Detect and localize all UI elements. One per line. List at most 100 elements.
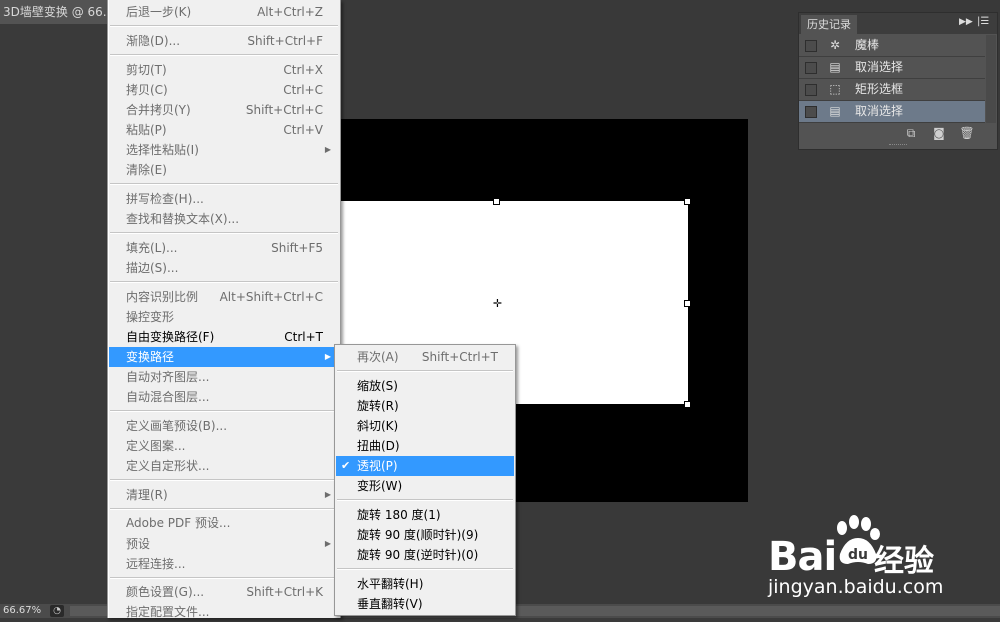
history-checkbox[interactable] [805,40,817,52]
submenu-item-flip-horizontal[interactable]: 水平翻转(H) [336,574,514,594]
submenu-arrow-icon: ▶ [324,539,331,548]
menu-item-fade[interactable]: 渐隐(D)... Shift+Ctrl+F [109,31,339,51]
menu-item-label: 渐隐(D)... [126,34,181,48]
menu-item-content-aware-scale[interactable]: 内容识别比例 Alt+Shift+Ctrl+C [109,287,339,307]
menu-separator [110,410,338,412]
submenu-item-again[interactable]: 再次(A) Shift+Ctrl+T [336,347,514,367]
panel-resize-grip[interactable] [889,144,907,147]
document-icon: ▤ [829,104,841,118]
camera-snapshot-icon[interactable]: ◙ [931,125,947,141]
menu-item-shortcut: Shift+Ctrl+C [245,103,323,117]
menu-item-clear[interactable]: 清除(E) [109,160,339,180]
menu-item-label: 内容识别比例 [126,290,199,304]
transform-handle-middle-right[interactable] [684,300,691,307]
menu-item-shortcut: Shift+Ctrl+K [246,585,323,599]
history-checkbox[interactable] [805,62,817,74]
history-checkbox[interactable] [805,84,817,96]
history-checkbox[interactable] [805,106,817,118]
menu-item-shortcut: Ctrl+V [283,123,323,137]
submenu-item-skew[interactable]: 斜切(K) [336,416,514,436]
watermark-jingyan: 经验 [874,544,934,579]
menu-item-free-transform-path[interactable]: 自由变换路径(F) Ctrl+T [109,327,339,347]
menu-item-copy[interactable]: 拷贝(C) Ctrl+C [109,80,339,100]
panel-menu-icon[interactable]: |☰ [977,16,989,27]
menu-item-paste-special[interactable]: 选择性粘贴(I) ▶ [109,140,339,160]
menu-item-spell-check[interactable]: 拼写检查(H)... [109,189,339,209]
submenu-item-rotate-90-cw[interactable]: 旋转 90 度(顺时针)(9) [336,525,514,545]
menu-item-find-replace[interactable]: 查找和替换文本(X)... [109,209,339,229]
watermark-brand: Bai [768,534,837,580]
menu-item-label: 变换路径 [126,350,175,364]
submenu-item-flip-vertical[interactable]: 垂直翻转(V) [336,594,514,614]
history-scrollbar[interactable] [986,35,996,123]
submenu-item-scale[interactable]: 缩放(S) [336,376,514,396]
history-item-active[interactable]: ▤ 取消选择 [799,101,985,123]
menu-item-label: 自动对齐图层... [126,370,210,384]
menu-item-auto-align-layers[interactable]: 自动对齐图层... [109,367,339,387]
menu-item-paste[interactable]: 粘贴(P) Ctrl+V [109,120,339,140]
history-tab[interactable]: 历史记录 [801,15,857,34]
menu-item-label: 指定配置文件... [126,605,210,619]
menu-separator [110,183,338,185]
menu-item-label: 拷贝(C) [126,83,168,97]
menu-item-assign-profile[interactable]: 指定配置文件... [109,602,339,622]
double-arrow-right-icon[interactable]: ▶▶ [959,17,973,27]
submenu-arrow-icon: ▶ [324,145,331,154]
submenu-item-rotate[interactable]: 旋转(R) [336,396,514,416]
submenu-item-perspective[interactable]: ✔ 透视(P) [336,456,514,476]
menu-separator [110,479,338,481]
menu-item-label: 垂直翻转(V) [357,597,423,611]
document-icon: ▤ [829,60,841,74]
menu-item-puppet-warp[interactable]: 操控变形 [109,307,339,327]
history-item-label: 取消选择 [855,104,904,118]
menu-item-presets[interactable]: 预设 ▶ [109,534,339,554]
menu-item-fill[interactable]: 填充(L)... Shift+F5 [109,238,339,258]
menu-item-label: 后退一步(K) [126,5,192,19]
marquee-icon: ⬚ [829,82,841,96]
menu-item-label: 填充(L)... [126,241,178,255]
menu-item-stroke[interactable]: 描边(S)... [109,258,339,278]
submenu-item-rotate-90-ccw[interactable]: 旋转 90 度(逆时针)(0) [336,545,514,565]
menu-item-define-pattern[interactable]: 定义图案... [109,436,339,456]
menu-item-remote-connections[interactable]: 远程连接... [109,554,339,574]
history-item[interactable]: ▤ 取消选择 [799,57,985,79]
transform-handle-top-center[interactable] [493,198,500,205]
menu-item-label: 扭曲(D) [357,439,400,453]
transform-handle-top-right[interactable] [684,198,691,205]
history-item[interactable]: ⬚ 矩形选框 [799,79,985,101]
menu-item-label: 选择性粘贴(I) [126,143,199,157]
transform-center-icon[interactable]: ✛ [492,298,503,309]
menu-item-copy-merged[interactable]: 合并拷贝(Y) Shift+Ctrl+C [109,100,339,120]
menu-item-color-settings[interactable]: 颜色设置(G)... Shift+Ctrl+K [109,582,339,602]
menu-item-label: 定义图案... [126,439,186,453]
menu-separator [110,54,338,56]
menu-item-label: 旋转 90 度(逆时针)(0) [357,548,479,562]
menu-item-label: 描边(S)... [126,261,179,275]
menu-item-step-backward[interactable]: 后退一步(K) Alt+Ctrl+Z [109,2,339,22]
menu-separator [110,25,338,27]
submenu-item-warp[interactable]: 变形(W) [336,476,514,496]
menu-item-transform-path[interactable]: 变换路径 ▶ [109,347,339,367]
status-info-icon[interactable]: ◔ [50,605,64,617]
submenu-arrow-icon: ▶ [324,490,331,499]
submenu-item-distort[interactable]: 扭曲(D) [336,436,514,456]
history-panel: 历史记录 ▶▶ |☰ ✲ 魔棒 ▤ 取消选择 ⬚ 矩形选框 ▤ 取消选择 ⧉ ◙… [798,12,998,150]
menu-item-label: 自动混合图层... [126,390,210,404]
zoom-readout[interactable]: 66.67% [3,604,41,618]
transform-handle-bottom-right[interactable] [684,401,691,408]
trash-icon[interactable]: 🗑 [959,125,975,141]
menu-separator [110,508,338,510]
menu-item-cut[interactable]: 剪切(T) Ctrl+X [109,60,339,80]
history-panel-header: 历史记录 ▶▶ |☰ [799,13,997,34]
history-item-label: 取消选择 [855,60,904,74]
menu-item-auto-blend-layers[interactable]: 自动混合图层... [109,387,339,407]
document-tab[interactable]: 3D墙壁变换 @ 66. [0,0,113,24]
menu-item-purge[interactable]: 清理(R) ▶ [109,485,339,505]
new-document-from-state-icon[interactable]: ⧉ [903,125,919,141]
menu-item-pdf-presets[interactable]: Adobe PDF 预设... [109,513,339,533]
history-item-label: 魔棒 [855,38,880,52]
history-item[interactable]: ✲ 魔棒 [799,35,985,57]
menu-item-define-shape[interactable]: 定义自定形状... [109,456,339,476]
submenu-item-rotate-180[interactable]: 旋转 180 度(1) [336,505,514,525]
menu-item-define-brush[interactable]: 定义画笔预设(B)... [109,416,339,436]
